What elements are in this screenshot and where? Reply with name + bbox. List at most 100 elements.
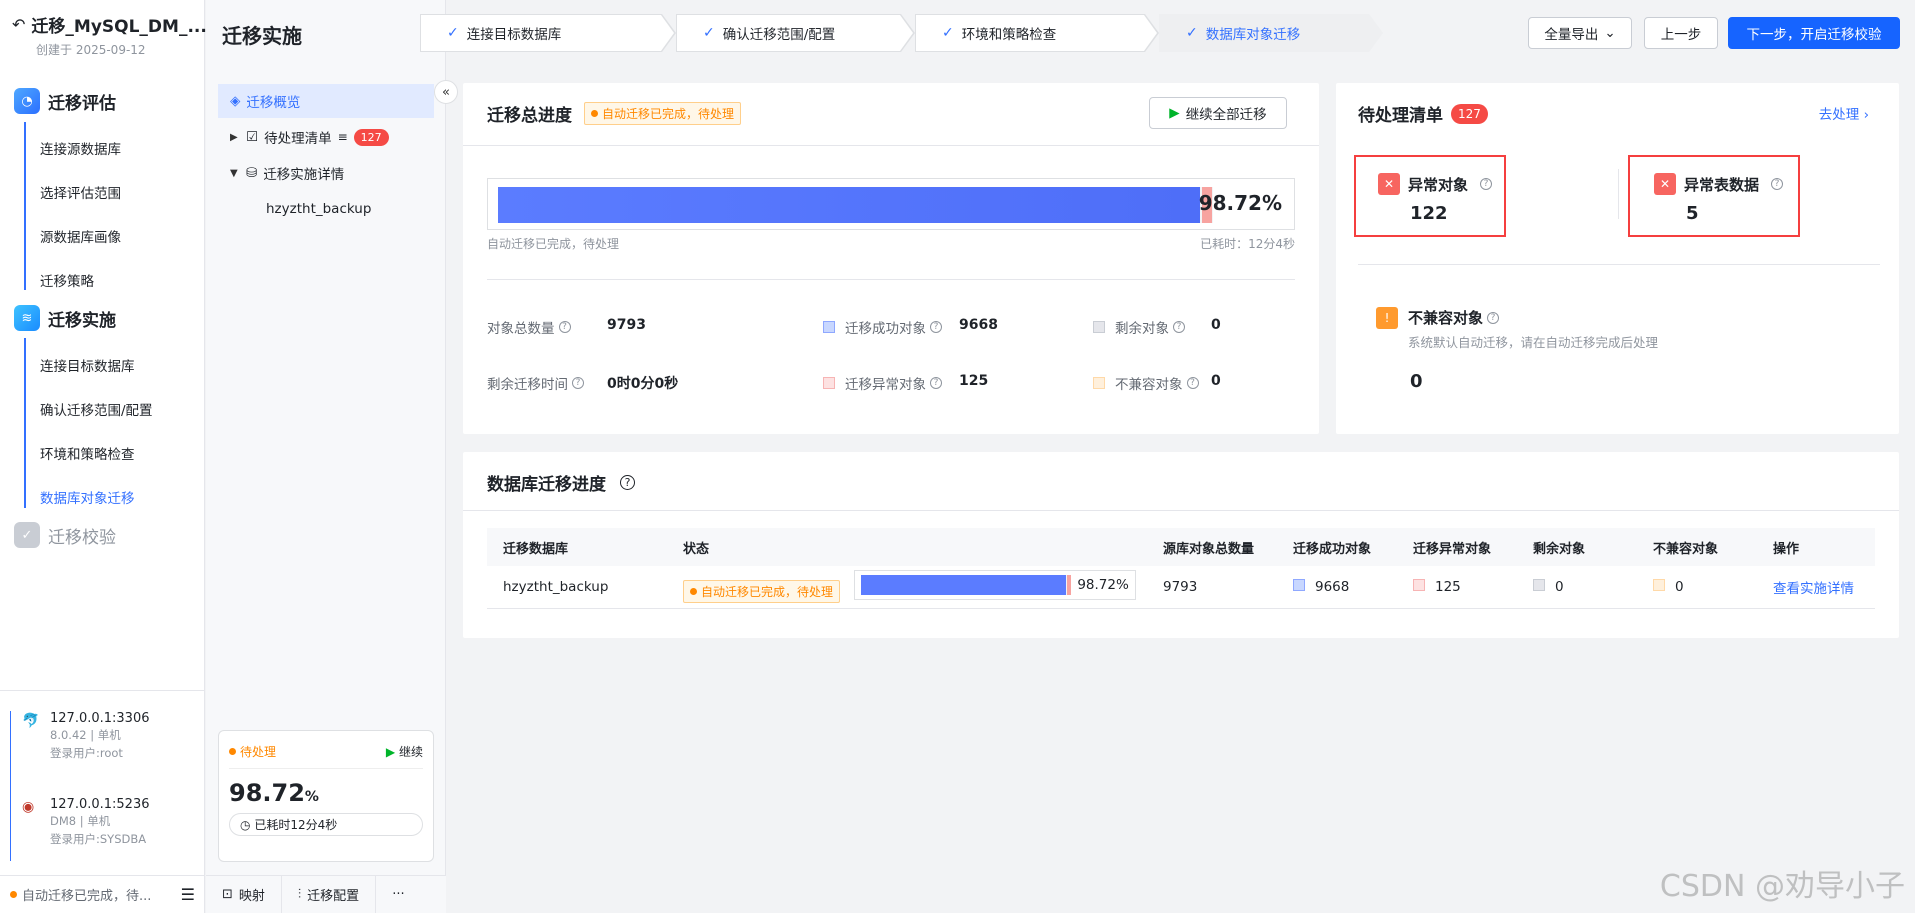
abnormal-data-box[interactable]: ✕ 异常表数据 ? 5 — [1628, 155, 1800, 237]
elapsed-time-chip: ◷ 已耗时12分4秒 — [229, 813, 423, 836]
legend-swatch — [823, 377, 835, 389]
incompatible-object-section[interactable]: ! 不兼容对象? 系统默认自动迁移，请在自动迁移完成后处理 — [1376, 307, 1658, 351]
abnormal-object-label: 异常对象 — [1408, 175, 1469, 194]
collapse-panel-button[interactable]: « — [434, 80, 458, 104]
help-icon: ? — [1487, 311, 1500, 324]
phase-assessment[interactable]: ◔ 迁移评估 — [14, 88, 116, 114]
abnormal-object-box[interactable]: ✕ 异常对象 ? 122 — [1354, 155, 1506, 237]
legend-swatch — [1093, 377, 1105, 389]
project-name: 迁移_MySQL_DM_... — [31, 17, 207, 37]
row-progress-error — [1066, 575, 1071, 596]
progress-fill-success — [498, 187, 1200, 223]
phase-implementation[interactable]: ≋ 迁移实施 — [14, 305, 116, 331]
status-tag: 自动迁移已完成，待处理 — [683, 580, 841, 604]
phase-title: 迁移校验 — [48, 527, 116, 548]
overall-progress-card: 迁移总进度 自动迁移已完成，待处理 ▶ 继续全部迁移 98.72% 自动迁移已完成… — [463, 83, 1319, 434]
caret-right-icon[interactable]: ▶ — [230, 132, 240, 143]
menu-collapse-icon[interactable]: ☰ — [181, 885, 195, 904]
list-icon: ≡ — [337, 130, 348, 144]
step-divider — [661, 15, 674, 51]
error-table-icon: ✕ — [1654, 173, 1676, 195]
project-header[interactable]: ↶ 迁移_MySQL_DM_... ⌄ 创建于 2025-09-12 — [12, 12, 223, 58]
nav-item-connect-source[interactable]: 连接源数据库 — [40, 138, 121, 158]
sidebar-status-text: 自动迁移已完成，待... — [22, 889, 152, 904]
migration-config-button[interactable]: ⫶ 迁移配置 — [282, 876, 377, 913]
step-connect-target[interactable]: ✓ 连接目标数据库 — [420, 14, 662, 52]
column-header: 迁移成功对象 — [1277, 528, 1397, 566]
help-icon: ? — [930, 321, 942, 333]
nav-item-confirm-scope[interactable]: 确认迁移范围/配置 — [40, 399, 153, 419]
mysql-dolphin-icon: 🐬 — [22, 713, 40, 729]
phase-line — [24, 338, 26, 508]
incompatible-description: 系统默认自动迁移，请在自动迁移完成后处理 — [1408, 335, 1659, 350]
caret-down-icon[interactable]: ▼ — [230, 168, 240, 179]
more-button[interactable]: ··· — [376, 876, 420, 913]
play-icon: ▶ — [385, 745, 396, 759]
help-icon: ? — [1173, 321, 1185, 333]
continue-button[interactable]: ▶ 继续 — [386, 743, 423, 760]
nav-item-object-migration[interactable]: 数据库对象迁移 — [40, 487, 135, 507]
step-confirm-scope[interactable]: ✓ 确认迁移范围/配置 — [676, 14, 901, 52]
legend-swatch — [823, 321, 835, 333]
view-details-link[interactable]: 查看实施详情 — [1757, 566, 1875, 609]
row-progress-fill — [861, 575, 1066, 596]
clock-icon: ◷ — [240, 818, 251, 832]
tree-item-details[interactable]: ▼ ⛁ 迁移实施详情 — [218, 156, 434, 190]
nav-item-source-profile[interactable]: 源数据库画像 — [40, 226, 121, 246]
legend-swatch — [1533, 578, 1545, 591]
db-progress-card: 数据库迁移进度 ? 迁移数据库 状态 源库对象总数量 迁移成功对象 迁移异常对象… — [463, 452, 1899, 638]
overall-percent: 98.72% — [1198, 191, 1282, 215]
nav-item-assess-scope[interactable]: 选择评估范围 — [40, 182, 121, 202]
nav-item-connect-target[interactable]: 连接目标数据库 — [40, 355, 135, 375]
error-shield-icon: ✕ — [1378, 173, 1400, 195]
go-process-link[interactable]: 去处理 › — [1819, 103, 1869, 123]
incompatible-value: 0 — [1410, 371, 1423, 392]
back-arrow-icon[interactable]: ↶ — [12, 15, 25, 34]
column-header: 操作 — [1757, 528, 1875, 566]
tree-item-overview[interactable]: ◈ 迁移概览 — [218, 84, 434, 118]
abnormal-data-value: 5 — [1686, 203, 1699, 224]
stat-error-label: 迁移异常对象? — [823, 373, 942, 393]
row-percent: 98.72% — [1077, 577, 1129, 594]
continue-all-button[interactable]: ▶ 继续全部迁移 — [1149, 97, 1287, 129]
check-icon: ✓ — [1186, 25, 1198, 41]
previous-step-button[interactable]: 上一步 — [1644, 17, 1718, 49]
progress-summary-card: 待处理 ▶ 继续 98.72% ◷ 已耗时12分4秒 — [218, 730, 434, 862]
cell-remain: 0 — [1517, 566, 1637, 609]
step-env-check[interactable]: ✓ 环境和策略检查 — [915, 14, 1145, 52]
stat-total-label: 对象总数量? — [487, 317, 571, 337]
secondary-nav: 迁移实施 « ◈ 迁移概览 ▶ ☑ 待处理清单 ≡ 127 ▼ ⛁ 迁移实施详情… — [206, 0, 458, 913]
warning-icon: ! — [1376, 307, 1398, 329]
watermark: CSDN @劝导小子 — [1659, 869, 1905, 904]
column-header: 状态 — [667, 528, 1147, 566]
mapping-button[interactable]: ⊡ 映射 — [206, 876, 282, 913]
column-header: 不兼容对象 — [1637, 528, 1757, 566]
database-icon: ⛁ — [246, 165, 258, 181]
nav-item-migration-strategy[interactable]: 迁移策略 — [40, 270, 94, 290]
help-icon: ? — [1771, 178, 1784, 190]
tree-item-database[interactable]: hzyztht_backup — [218, 192, 434, 226]
tree-item-label: 迁移概览 — [246, 95, 301, 111]
nav-item-env-check[interactable]: 环境和策略检查 — [40, 443, 135, 463]
connection-source[interactable]: 🐬 127.0.0.1:3306 8.0.42 | 单机 登录用户:root — [22, 711, 150, 762]
mapping-icon: ⊡ — [222, 887, 233, 902]
connection-list: 🐬 127.0.0.1:3306 8.0.42 | 单机 登录用户:root ◉… — [0, 690, 205, 875]
assessment-icon: ◔ — [14, 88, 40, 114]
connection-target[interactable]: ◉ 127.0.0.1:5236 DM8 | 单机 登录用户:SYSDBA — [22, 797, 150, 848]
phase-verification[interactable]: ✓ 迁移校验 — [14, 522, 116, 548]
chevron-down-icon: ⌄ — [1604, 25, 1616, 41]
help-icon: ? — [930, 377, 942, 389]
column-header: 迁移异常对象 — [1397, 528, 1517, 566]
legend-swatch — [1413, 578, 1425, 591]
card-title: 迁移总进度 — [487, 106, 572, 126]
connection-user: 登录用户:root — [50, 746, 123, 760]
next-step-button[interactable]: 下一步，开启迁移校验 — [1728, 17, 1900, 49]
checkbox-list-icon: ☑ — [246, 129, 259, 145]
help-icon: ? — [1186, 377, 1199, 389]
step-object-migration[interactable]: ✓ 数据库对象迁移 — [1159, 14, 1369, 52]
tree-item-pending[interactable]: ▶ ☑ 待处理清单 ≡ 127 — [218, 120, 434, 154]
export-all-button[interactable]: 全量导出 ⌄ — [1528, 17, 1632, 49]
legend-swatch — [1293, 578, 1305, 591]
help-icon[interactable]: ? — [620, 475, 635, 490]
table-row: hzyztht_backup 自动迁移已完成，待处理 98.72% 9793 9… — [487, 566, 1875, 609]
